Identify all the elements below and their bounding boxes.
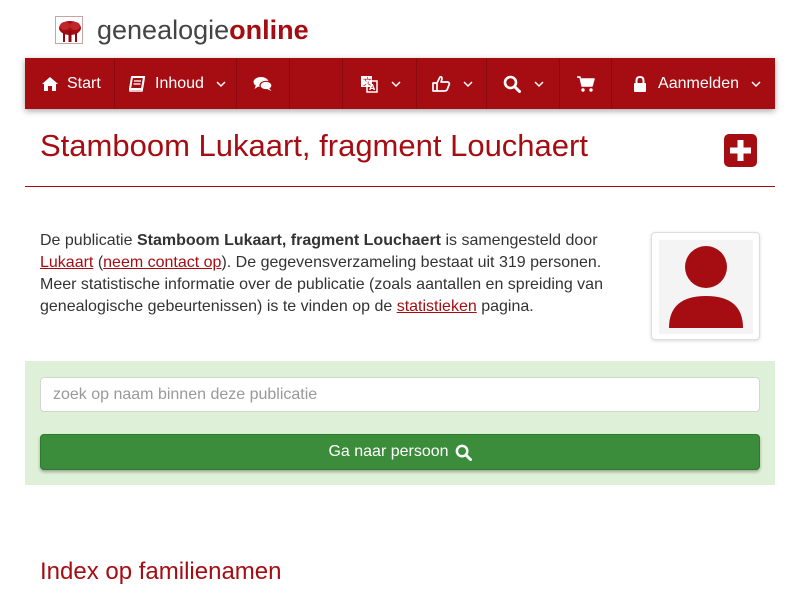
desc-text-5: pagina.	[476, 298, 534, 315]
home-icon	[41, 74, 59, 94]
go-to-person-button[interactable]: Ga naar persoon	[40, 434, 760, 470]
statistics-link[interactable]: statistieken	[397, 298, 477, 315]
chevron-down-icon	[463, 79, 473, 89]
search-icon	[502, 74, 522, 94]
nav-inhoud-label: Inhoud	[155, 74, 204, 92]
comments-icon	[253, 74, 273, 94]
nav-inhoud[interactable]: Inhoud	[115, 58, 237, 109]
main-navbar: Start Inhoud 文A Aanmelden	[25, 58, 775, 109]
desc-text-3: (	[93, 254, 104, 271]
nav-forum[interactable]	[237, 58, 290, 109]
nav-start[interactable]: Start	[25, 58, 115, 109]
nav-login[interactable]: Aanmelden	[612, 58, 775, 109]
tree-logo-icon	[55, 16, 83, 44]
user-icon	[659, 240, 753, 334]
plus-icon	[730, 140, 751, 161]
nav-search[interactable]	[487, 58, 561, 109]
book-icon	[129, 74, 147, 94]
chevron-down-icon	[751, 79, 761, 89]
nav-share[interactable]	[417, 58, 488, 109]
logo-text-bold: online	[229, 14, 309, 45]
logo-text-regular: genealogie	[97, 14, 230, 45]
person-search-panel: Ga naar persoon	[25, 361, 775, 485]
chevron-down-icon	[391, 79, 401, 89]
desc-text-2: is samengesteld door	[441, 232, 598, 249]
site-logo[interactable]: genealogieonline	[55, 14, 309, 46]
svg-text:A: A	[369, 83, 376, 92]
chevron-down-icon	[534, 79, 544, 89]
title-divider	[25, 186, 775, 187]
publication-name: Stamboom Lukaart, fragment Louchaert	[136, 232, 441, 249]
author-link[interactable]: Lukaart	[40, 254, 93, 271]
lock-icon	[630, 74, 650, 94]
go-to-person-label: Ga naar persoon	[328, 443, 449, 460]
nav-cart[interactable]	[560, 58, 613, 109]
add-button[interactable]	[724, 134, 757, 167]
search-icon	[455, 444, 472, 461]
nav-start-label: Start	[67, 74, 101, 92]
chevron-down-icon	[216, 79, 226, 89]
publication-description: De publicatie Stamboom Lukaart, fragment…	[40, 230, 620, 318]
thumbs-up-icon	[431, 74, 451, 94]
contact-link[interactable]: neem contact op	[103, 254, 221, 271]
language-icon: 文A	[359, 74, 379, 94]
logo-text: genealogieonline	[97, 15, 309, 46]
nav-login-label: Aanmelden	[658, 74, 739, 92]
page-title: Stamboom Lukaart, fragment Louchaert	[40, 128, 588, 163]
desc-text-1: De publicatie	[40, 232, 137, 249]
person-search-input[interactable]	[40, 377, 760, 412]
nav-spacer	[290, 58, 344, 109]
nav-language[interactable]: 文A	[343, 58, 418, 109]
family-names-index-title: Index op familienamen	[40, 558, 282, 585]
author-avatar[interactable]	[651, 232, 760, 340]
cart-icon	[576, 74, 596, 94]
